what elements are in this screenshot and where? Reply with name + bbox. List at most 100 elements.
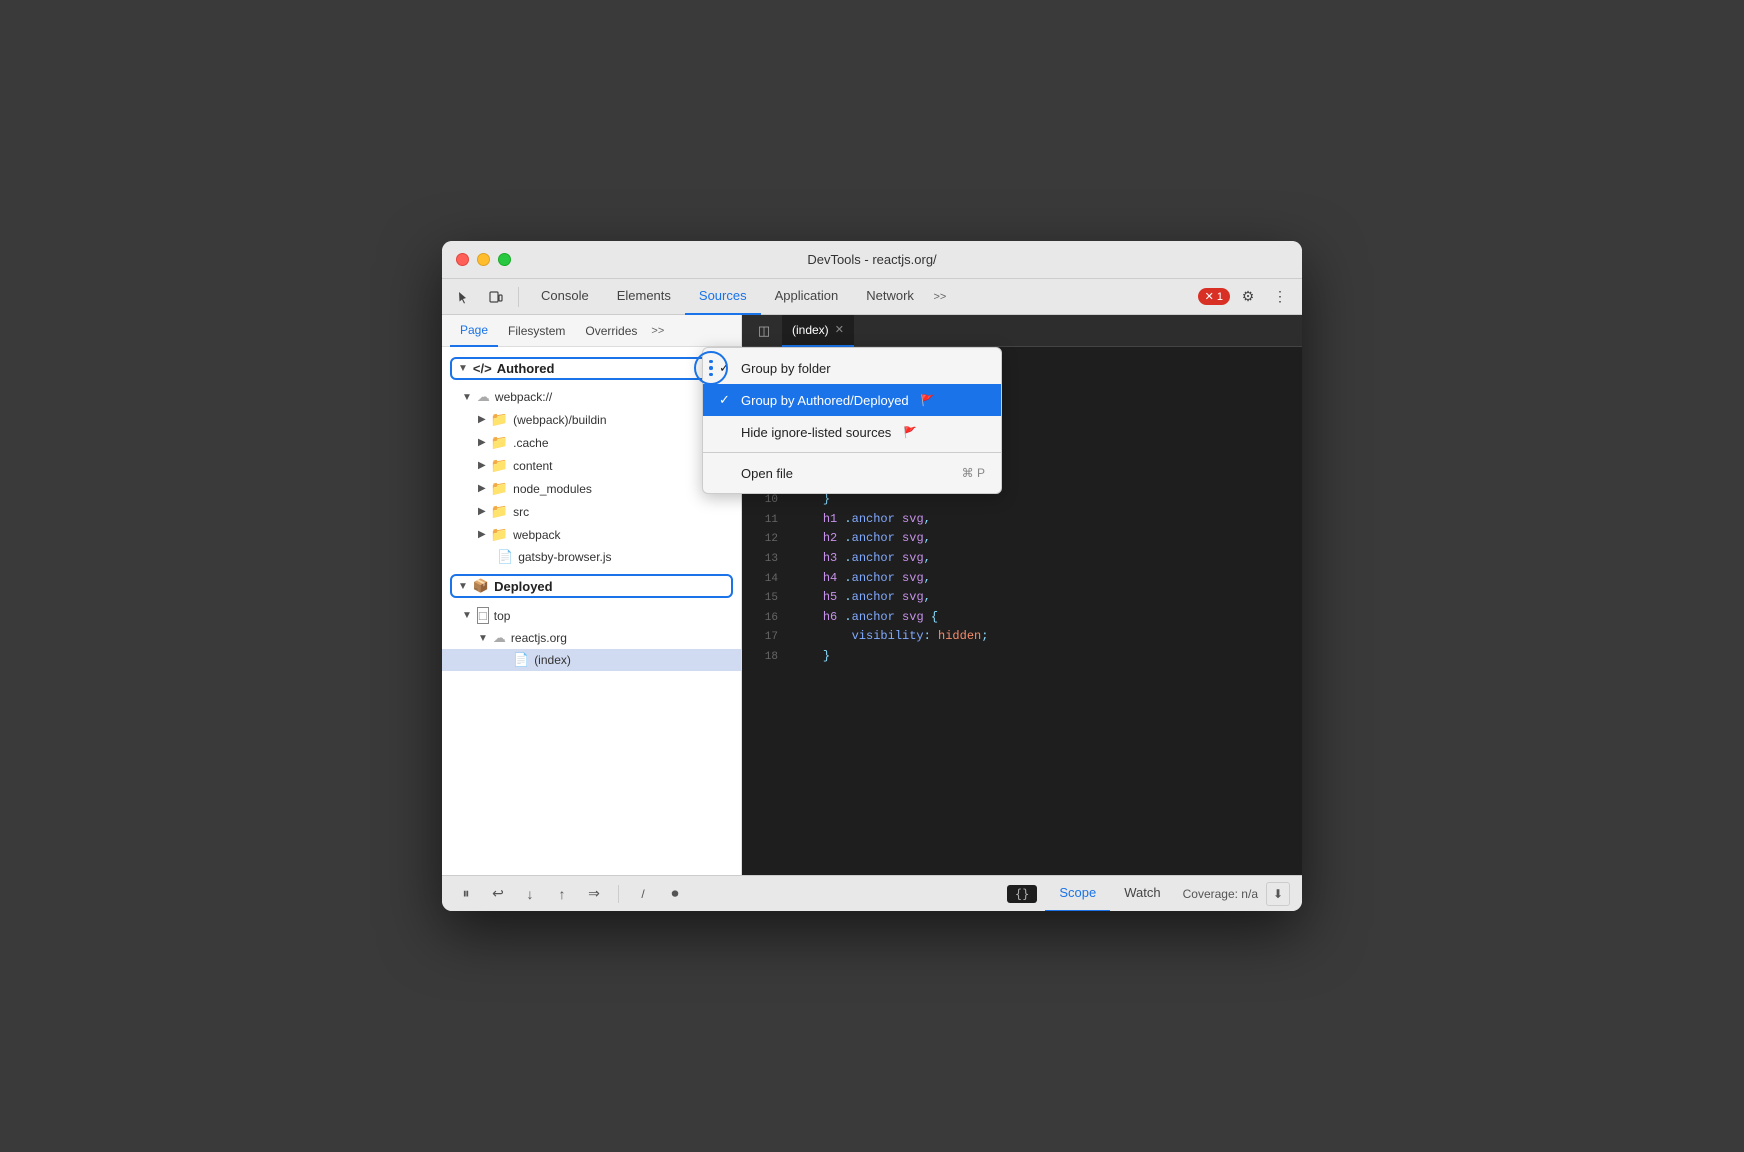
webpack-item-label: webpack [513,528,560,542]
menu-group-by-folder[interactable]: ✓ Group by folder [703,352,1001,384]
sidebar-more-tabs[interactable]: >> [647,325,668,337]
top-label: top [494,609,511,623]
code-tabs: ◫ (index) ✕ [742,315,1302,347]
content-chevron-icon: ▶ [478,460,486,471]
tab-page[interactable]: Page [450,315,498,347]
node-modules-folder[interactable]: ▶ 📁 node_modules [442,477,741,500]
src-folder[interactable]: ▶ 📁 src [442,500,741,523]
deactivate-button[interactable]: / [631,882,655,906]
tab-sources[interactable]: Sources [685,279,761,315]
cursor-icon[interactable] [450,283,478,311]
step-into-button[interactable]: ↓ [518,882,542,906]
minimize-button[interactable] [477,253,490,266]
content-folder[interactable]: ▶ 📁 content [442,454,741,477]
check-icon-authored: ✓ [719,392,733,408]
authored-section-header[interactable]: ▼ </> Authored [450,357,733,380]
index-file[interactable]: 📄 (index) [442,649,741,671]
code-line-11: 11 h1 .anchor svg, [742,510,1302,530]
top-folder[interactable]: ▼ □ top [442,604,741,627]
settings-icon[interactable]: ⚙ [1234,283,1262,311]
content-label: content [513,459,552,473]
code-line-17: 17 visibility: hidden; [742,627,1302,647]
tab-scope[interactable]: Scope [1045,876,1110,912]
code-text: } [794,647,830,666]
src-chevron-icon: ▶ [478,506,486,517]
reactjs-org-folder[interactable]: ▼ ☁ reactjs.org [442,627,741,649]
line-num: 15 [750,590,778,608]
split-view-icon[interactable]: ◫ [750,317,778,345]
menu-separator [703,452,1001,453]
bottom-right: {} Scope Watch Coverage: n/a ⬇ [1007,876,1290,912]
line-num: 13 [750,551,778,569]
tab-elements[interactable]: Elements [603,279,685,315]
webpack-folder-item[interactable]: ▶ 📁 webpack [442,523,741,546]
more-options-button[interactable] [694,351,728,385]
coverage-download-button[interactable]: ⬇ [1266,882,1290,906]
flag-icon-authored: 🚩 [921,394,935,407]
menu-hide-ignore[interactable]: ✓ Hide ignore-listed sources 🚩 [703,416,1001,448]
more-tabs-button[interactable]: >> [928,285,952,309]
node-modules-folder-icon: 📁 [491,480,508,497]
scope-tabs: Scope Watch [1045,876,1174,912]
tab-network[interactable]: Network [852,279,928,315]
error-badge[interactable]: ✕ 1 [1198,288,1230,305]
close-button[interactable] [456,253,469,266]
step-out-button[interactable]: ↑ [550,882,574,906]
tab-console[interactable]: Console [527,279,603,315]
menu-open-file[interactable]: ✓ Open file ⌘ P [703,457,1001,489]
file-tree: ▼ </> Authored ▼ ☁ webpack:// ▶ 📁 (webpa… [442,347,741,875]
coverage-label: Coverage: n/a [1183,887,1258,901]
pause-button[interactable]: ⏸ [454,882,478,906]
folder-icon: 📁 [491,411,508,428]
menu-open-file-label: Open file [741,466,793,481]
node-modules-label: node_modules [513,482,592,496]
code-line-13: 13 h3 .anchor svg, [742,549,1302,569]
flag-icon-hide: 🚩 [903,426,917,439]
kebab-dots-icon [709,360,713,377]
cache-folder[interactable]: ▶ 📁 .cache [442,431,741,454]
tab-overrides[interactable]: Overrides [575,315,647,347]
line-num: 18 [750,649,778,667]
device-icon[interactable] [482,283,510,311]
main-toolbar: Console Elements Sources Application Net… [442,279,1302,315]
gatsby-label: gatsby-browser.js [518,550,611,564]
bottom-bar: ⏸ ↩ ↓ ↑ ⇒ / ⏺ {} Scope Watch Coverage: n… [442,875,1302,911]
code-line-12: 12 h2 .anchor svg, [742,529,1302,549]
continue-button[interactable]: ⇒ [582,882,606,906]
reactjs-chevron-icon: ▼ [478,633,488,644]
menu-group-by-authored[interactable]: ✓ Group by Authored/Deployed 🚩 [703,384,1001,416]
code-text: h2 .anchor svg, [794,529,931,548]
line-num: 10 [750,492,778,510]
webpack-label: webpack:// [495,390,552,404]
code-line-15: 15 h5 .anchor svg, [742,588,1302,608]
index-label: (index) [534,653,571,667]
code-line-18: 18 } [742,647,1302,667]
deployed-section-header[interactable]: ▼ 📦 Deployed [450,574,733,598]
sidebar: Page Filesystem Overrides >> ▼ </> Autho… [442,315,742,875]
code-tab-close-icon[interactable]: ✕ [835,323,844,336]
pause-exception-button[interactable]: ⏺ [663,882,687,906]
more-icon[interactable]: ⋮ [1266,283,1294,311]
kebab-button-container [694,351,728,385]
code-tab-index[interactable]: (index) ✕ [782,315,854,347]
webpack-folder[interactable]: ▼ ☁ webpack:// [442,386,741,408]
tab-application[interactable]: Application [761,279,853,315]
gatsby-browser-file[interactable]: 📄 gatsby-browser.js [442,546,741,568]
authored-code-icon: </> [473,361,492,376]
tab-filesystem[interactable]: Filesystem [498,315,575,347]
webpack-buildin-folder[interactable]: ▶ 📁 (webpack)/buildin [442,408,741,431]
step-over-button[interactable]: ↩ [486,882,510,906]
devtools-window: DevTools - reactjs.org/ Console Elements… [442,241,1302,911]
tab-watch[interactable]: Watch [1110,876,1174,912]
node-modules-chevron-icon: ▶ [478,483,486,494]
toolbar-separator [518,287,519,307]
maximize-button[interactable] [498,253,511,266]
cache-folder-icon: 📁 [491,434,508,451]
webpack-folder-icon: 📁 [491,526,508,543]
deployed-box-icon: 📦 [473,578,489,594]
error-x-icon: ✕ [1205,290,1214,303]
index-file-icon: 📄 [513,652,529,668]
menu-group-by-authored-label: Group by Authored/Deployed [741,393,909,408]
kebab-dot-3 [709,373,713,377]
format-button[interactable]: {} [1007,885,1037,903]
